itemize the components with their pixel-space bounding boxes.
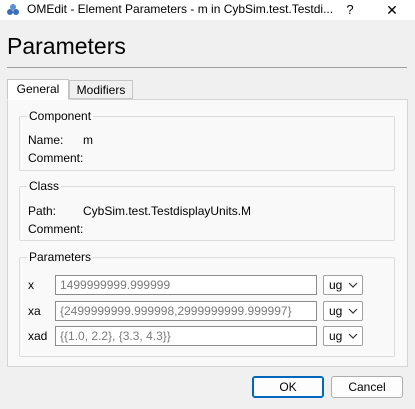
title-bar[interactable]: OMEdit - Element Parameters - m in CybSi… bbox=[0, 0, 415, 20]
param-label-xad: xad bbox=[28, 329, 48, 343]
help-button[interactable]: ? bbox=[330, 0, 370, 20]
name-value: m bbox=[83, 133, 93, 147]
class-group-title: Class bbox=[27, 179, 62, 193]
class-group: Class Path: CybSim.test.TestdisplayUnits… bbox=[19, 179, 395, 241]
path-label: Path: bbox=[28, 204, 57, 218]
param-input-xad[interactable]: {{1.0, 2.2}, {3.3, 4.3}} bbox=[55, 326, 317, 346]
param-label-xa: xa bbox=[28, 304, 41, 318]
unit-select-xad[interactable]: ug bbox=[323, 326, 363, 346]
tab-modifiers[interactable]: Modifiers bbox=[69, 80, 133, 99]
param-label-x: x bbox=[28, 278, 34, 292]
page-title: Parameters bbox=[7, 33, 126, 59]
class-comment-label: Comment: bbox=[28, 222, 84, 236]
name-label: Name: bbox=[28, 133, 64, 147]
component-group-title: Component bbox=[27, 109, 94, 123]
unit-value-x: ug bbox=[329, 278, 343, 292]
chevron-down-icon bbox=[348, 282, 358, 288]
unit-value-xa: ug bbox=[329, 304, 343, 318]
unit-select-x[interactable]: ug bbox=[323, 275, 363, 295]
parameters-group-title: Parameters bbox=[27, 250, 94, 264]
param-input-xa[interactable]: {2499999999.999998,2999999999.999997} bbox=[55, 301, 317, 321]
component-comment-label: Comment: bbox=[28, 151, 84, 165]
window-title: OMEdit - Element Parameters - m in CybSi… bbox=[27, 2, 334, 16]
chevron-down-icon bbox=[348, 308, 358, 314]
cancel-button[interactable]: Cancel bbox=[331, 376, 403, 398]
ok-button[interactable]: OK bbox=[252, 376, 324, 398]
component-group: Component Name: m Comment: bbox=[19, 109, 395, 171]
tab-general[interactable]: General bbox=[7, 79, 69, 100]
omedit-app-icon bbox=[7, 4, 19, 15]
parameters-group: Parameters x 1499999999.999999 ug xa {24… bbox=[19, 250, 395, 357]
unit-select-xa[interactable]: ug bbox=[323, 301, 363, 321]
chevron-down-icon bbox=[348, 333, 358, 339]
param-input-x[interactable]: 1499999999.999999 bbox=[55, 275, 317, 295]
path-value: CybSim.test.TestdisplayUnits.M bbox=[83, 204, 252, 218]
unit-value-xad: ug bbox=[329, 329, 343, 343]
general-tab-panel: Component Name: m Comment: Class Path: C… bbox=[7, 99, 408, 367]
heading-divider bbox=[7, 67, 407, 68]
close-button[interactable]: ✕ bbox=[372, 0, 412, 20]
